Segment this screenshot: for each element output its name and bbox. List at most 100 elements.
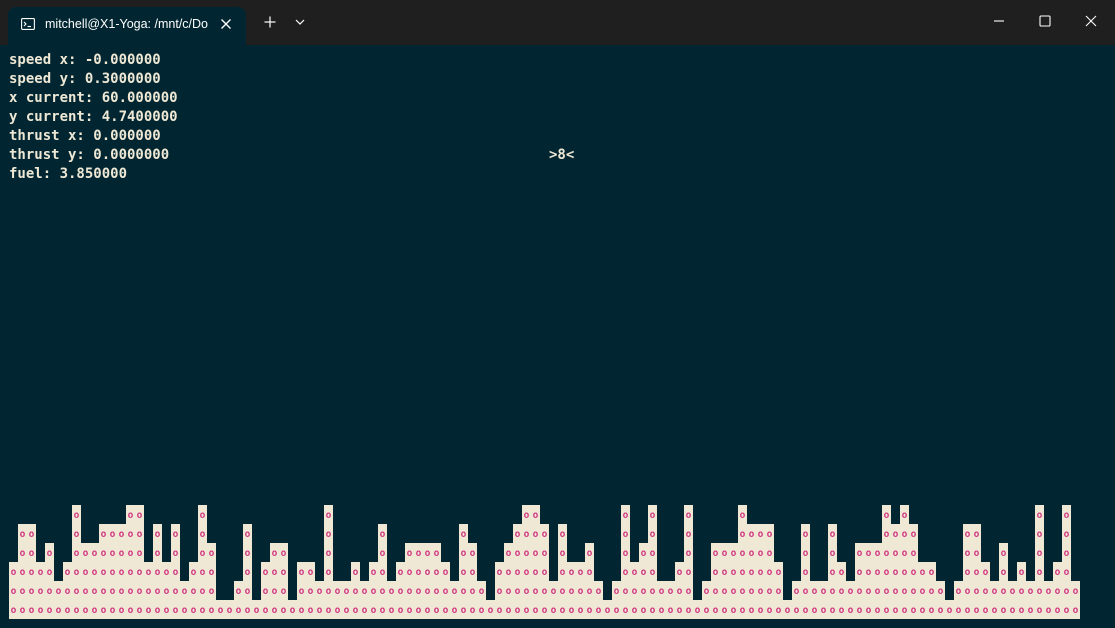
terrain-glyph: o bbox=[641, 605, 647, 616]
terrain-glyph: o bbox=[1055, 605, 1061, 616]
terrain-column: oooo bbox=[270, 543, 279, 619]
terrain-column: ooooo bbox=[99, 524, 108, 619]
terrain-glyph: o bbox=[875, 567, 881, 578]
terrain-column: oo bbox=[54, 581, 63, 619]
terrain-glyph: o bbox=[119, 586, 125, 597]
terrain-glyph: o bbox=[848, 605, 854, 616]
terrain-block bbox=[738, 505, 747, 619]
terrain-glyph: o bbox=[344, 586, 350, 597]
terrain-glyph: o bbox=[749, 548, 755, 559]
terrain-column: oo bbox=[666, 581, 675, 619]
terrain-glyph: o bbox=[560, 567, 566, 578]
terrain-glyph: o bbox=[902, 529, 908, 540]
terrain-glyph: o bbox=[1001, 586, 1007, 597]
terrain-glyph: o bbox=[623, 567, 629, 578]
terrain-glyph: o bbox=[110, 529, 116, 540]
maximize-icon[interactable] bbox=[1037, 13, 1053, 29]
terrain-glyph: o bbox=[722, 586, 728, 597]
terrain-glyph: o bbox=[614, 586, 620, 597]
terrain-glyph: o bbox=[20, 529, 26, 540]
terrain-glyph: o bbox=[398, 567, 404, 578]
terrain-glyph: o bbox=[407, 567, 413, 578]
terrain-column: ooo bbox=[576, 562, 585, 619]
terrain-column: ooo bbox=[837, 562, 846, 619]
terrain-glyph: o bbox=[839, 586, 845, 597]
terrain-glyph: o bbox=[515, 529, 521, 540]
terrain-glyph: o bbox=[83, 586, 89, 597]
terrain-block bbox=[324, 505, 333, 619]
terrain-glyph: o bbox=[191, 605, 197, 616]
terrain-glyph: o bbox=[110, 567, 116, 578]
terrain-column: ooooo bbox=[540, 524, 549, 619]
terrain-glyph: o bbox=[281, 605, 287, 616]
terrain-glyph: o bbox=[236, 605, 242, 616]
terrain-glyph: o bbox=[1037, 548, 1043, 559]
terrain-column: ooooo bbox=[747, 524, 756, 619]
terrain-block bbox=[900, 505, 909, 619]
terrain-glyph: o bbox=[461, 548, 467, 559]
terrain-glyph: o bbox=[731, 548, 737, 559]
terrain-glyph: o bbox=[1001, 567, 1007, 578]
terrain-glyph: o bbox=[533, 605, 539, 616]
terrain-glyph: o bbox=[20, 567, 26, 578]
terrain-glyph: o bbox=[713, 548, 719, 559]
terrain-glyph: o bbox=[866, 605, 872, 616]
terrain-glyph: o bbox=[20, 605, 26, 616]
terrain-glyph: o bbox=[128, 529, 134, 540]
terrain-glyph: o bbox=[416, 605, 422, 616]
minimize-icon[interactable] bbox=[991, 13, 1007, 29]
terrain-glyph: o bbox=[731, 567, 737, 578]
terrain-column: o bbox=[783, 600, 792, 619]
terrain-block bbox=[1062, 505, 1071, 619]
terrain-glyph: o bbox=[650, 567, 656, 578]
terrain-glyph: o bbox=[92, 605, 98, 616]
terrain-glyph: o bbox=[1010, 605, 1016, 616]
terrain-glyph: o bbox=[200, 567, 206, 578]
plus-icon[interactable] bbox=[263, 15, 277, 29]
terminal-output[interactable]: speed x: -0.000000 speed y: 0.3000000 x … bbox=[0, 45, 1115, 628]
terrain-glyph: o bbox=[416, 586, 422, 597]
terrain-block bbox=[522, 505, 531, 619]
terrain-glyph: o bbox=[461, 567, 467, 578]
terminal-icon bbox=[21, 18, 35, 30]
terrain-glyph: o bbox=[758, 605, 764, 616]
terrain-column: ooo bbox=[675, 562, 684, 619]
terrain-column: oooo bbox=[999, 543, 1008, 619]
terrain-glyph: o bbox=[668, 586, 674, 597]
terrain-glyph: o bbox=[1037, 529, 1043, 540]
close-icon[interactable] bbox=[219, 17, 233, 31]
chevron-down-icon[interactable] bbox=[293, 15, 307, 29]
terrain-column: ooo bbox=[396, 562, 405, 619]
terrain-glyph: o bbox=[452, 605, 458, 616]
terrain-glyph: o bbox=[623, 605, 629, 616]
terrain-glyph: o bbox=[884, 548, 890, 559]
terminal-tab[interactable]: mitchell@X1-Yoga: /mnt/c/Do bbox=[8, 7, 246, 45]
terrain-glyph: o bbox=[326, 548, 332, 559]
terrain-glyph: o bbox=[776, 586, 782, 597]
terrain-block bbox=[126, 505, 135, 619]
terrain-glyph: o bbox=[110, 586, 116, 597]
terrain-glyph: o bbox=[524, 567, 530, 578]
terrain-glyph: o bbox=[308, 567, 314, 578]
terrain-glyph: o bbox=[722, 567, 728, 578]
terrain-glyph: o bbox=[623, 586, 629, 597]
terrain-glyph: o bbox=[1064, 510, 1070, 521]
terrain-glyph: o bbox=[353, 567, 359, 578]
terrain-glyph: o bbox=[587, 586, 593, 597]
terrain-glyph: o bbox=[470, 567, 476, 578]
terrain-glyph: o bbox=[695, 605, 701, 616]
terrain-glyph: o bbox=[740, 510, 746, 521]
terrain-glyph: o bbox=[956, 586, 962, 597]
terrain-glyph: o bbox=[137, 586, 143, 597]
terrain-glyph: o bbox=[92, 548, 98, 559]
terrain-glyph: o bbox=[902, 548, 908, 559]
terrain-glyph: o bbox=[920, 605, 926, 616]
terrain-glyph: o bbox=[137, 548, 143, 559]
terrain-block bbox=[648, 505, 657, 619]
terrain-glyph: o bbox=[506, 567, 512, 578]
close-icon[interactable] bbox=[1083, 13, 1099, 29]
terrain-glyph: o bbox=[137, 567, 143, 578]
terrain-glyph: o bbox=[128, 548, 134, 559]
terrain-glyph: o bbox=[524, 586, 530, 597]
terrain-glyph: o bbox=[1028, 586, 1034, 597]
